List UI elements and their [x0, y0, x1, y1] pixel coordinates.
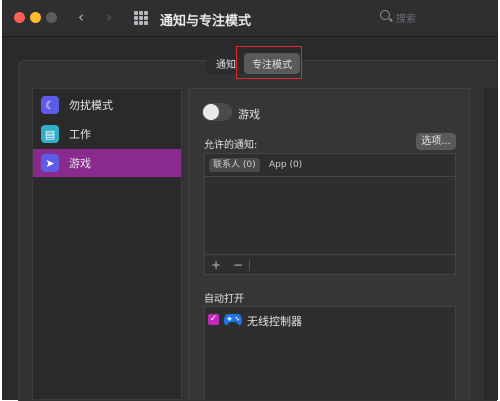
show-all-grid-icon[interactable] [134, 11, 148, 25]
allowed-tabs: 联系人 (0) App (0) [205, 154, 455, 177]
toggle-knob [203, 104, 219, 120]
sidebar-item-label: 工作 [69, 128, 91, 141]
tab-contacts[interactable]: 联系人 (0) [209, 158, 260, 172]
list-footer: + − [205, 254, 455, 275]
wireless-controller-checkbox[interactable]: ✓ [208, 314, 219, 325]
badge-icon: ▤ [41, 125, 59, 143]
focus-toggle-label: 游戏 [238, 108, 260, 121]
moon-icon: ☾ [41, 96, 59, 114]
add-button[interactable]: + [211, 258, 221, 272]
footer-divider [249, 260, 250, 271]
focus-toggle-switch[interactable] [202, 103, 232, 121]
zoom-window-button[interactable] [46, 12, 57, 23]
search-field[interactable]: 搜索 [374, 8, 494, 28]
window-title: 通知与专注模式 [160, 14, 252, 29]
allowed-notifications-title: 允许的通知: [204, 140, 258, 151]
allowed-list: 联系人 (0) App (0) + − [204, 153, 456, 275]
search-icon [380, 10, 390, 20]
tab-apps[interactable]: App (0) [265, 158, 306, 172]
remove-button[interactable]: − [233, 258, 243, 272]
forward-chevron-icon[interactable]: › [106, 8, 112, 26]
sidebar-item-label: 勿扰模式 [69, 99, 113, 112]
sidebar-item-label: 游戏 [69, 157, 91, 170]
auto-open-title: 自动打开 [204, 294, 244, 305]
options-button[interactable]: 选项... [416, 133, 456, 150]
gamepad-icon [224, 314, 242, 326]
window-edge [484, 88, 498, 400]
sidebar-item-gaming[interactable]: ➤ 游戏 [33, 149, 181, 177]
highlight-annotation-box [236, 46, 302, 79]
focus-sidebar: ☾ 勿扰模式 ▤ 工作 ➤ 游戏 [32, 88, 182, 400]
sidebar-item-do-not-disturb[interactable]: ☾ 勿扰模式 [33, 91, 181, 119]
sidebar-item-work[interactable]: ▤ 工作 [33, 120, 181, 148]
close-window-button[interactable] [14, 12, 25, 23]
back-chevron-icon[interactable]: ‹ [78, 8, 84, 26]
rocket-icon: ➤ [41, 154, 59, 172]
wireless-controller-label: 无线控制器 [247, 315, 302, 328]
minimize-window-button[interactable] [30, 12, 41, 23]
title-bar: ‹ › 通知与专注模式 搜索 [2, 0, 498, 37]
search-placeholder: 搜索 [396, 14, 416, 25]
